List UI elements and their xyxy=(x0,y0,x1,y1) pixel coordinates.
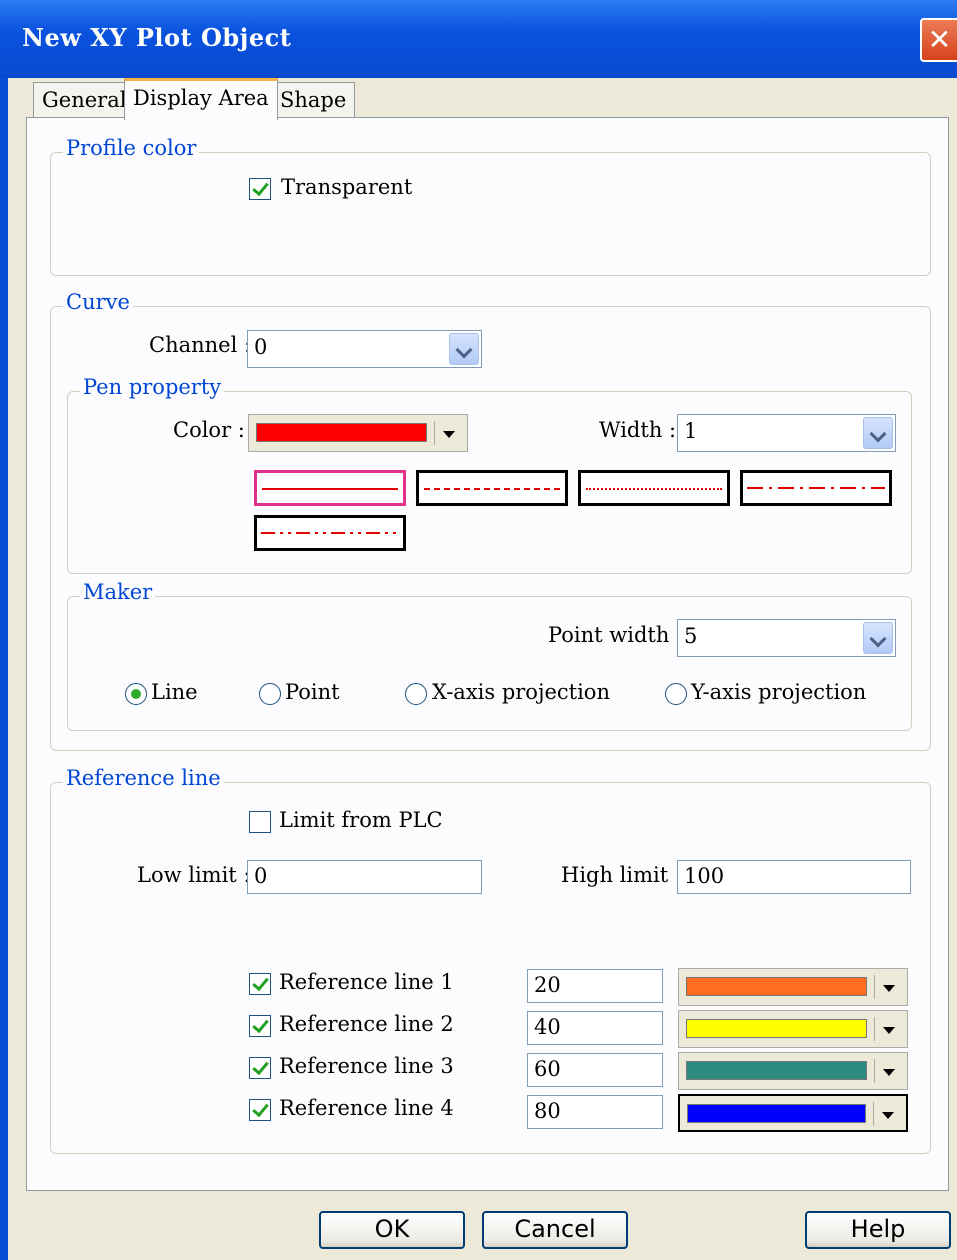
dropdown-arrow-icon[interactable] xyxy=(874,1017,903,1041)
reference-line-4-swatch xyxy=(687,1104,866,1123)
line-style-dash-dot[interactable] xyxy=(740,470,892,506)
pen-property-title: Pen property xyxy=(80,375,225,399)
channel-value: 0 xyxy=(254,335,268,359)
chevron-down-icon[interactable] xyxy=(863,622,893,654)
pen-width-select[interactable]: 1 xyxy=(677,414,896,452)
window-title: New XY Plot Object xyxy=(22,23,292,52)
curve-title: Curve xyxy=(63,290,133,314)
reference-line-4-label: Reference line 4 xyxy=(279,1096,454,1120)
point-width-label: Point width : xyxy=(548,623,684,647)
reference-line-2-color-picker[interactable] xyxy=(678,1010,908,1048)
marker-x-projection-radio[interactable] xyxy=(405,683,427,705)
reference-line-1-checkbox[interactable] xyxy=(249,973,271,995)
marker-y-projection-radio[interactable] xyxy=(665,683,687,705)
reference-line-1-swatch xyxy=(686,977,867,996)
reference-line-4-checkbox[interactable] xyxy=(249,1099,271,1121)
reference-line-3-value[interactable]: 60 xyxy=(527,1053,663,1087)
dropdown-arrow-icon[interactable] xyxy=(434,421,463,445)
ok-button[interactable]: OK xyxy=(319,1211,465,1249)
low-limit-input[interactable]: 0 xyxy=(247,860,482,894)
reference-line-1-value[interactable]: 20 xyxy=(527,969,663,1003)
reference-line-3-checkbox[interactable] xyxy=(249,1057,271,1079)
line-style-dotted[interactable] xyxy=(578,470,730,506)
reference-line-2-label: Reference line 2 xyxy=(279,1012,454,1036)
tab-display-area[interactable]: Display Area xyxy=(124,78,278,120)
transparent-label: Transparent xyxy=(281,175,413,199)
pen-color-swatch xyxy=(256,423,427,442)
reference-line-2-value[interactable]: 40 xyxy=(527,1011,663,1045)
line-style-dash-dot-dot[interactable] xyxy=(254,515,406,551)
marker-point-radio[interactable] xyxy=(259,683,281,705)
limit-from-plc-checkbox[interactable] xyxy=(249,811,271,833)
channel-select[interactable]: 0 xyxy=(247,330,482,368)
line-style-sample xyxy=(586,488,722,490)
reference-line-title: Reference line xyxy=(63,766,224,790)
dropdown-arrow-icon[interactable] xyxy=(873,1102,902,1126)
chevron-down-icon[interactable] xyxy=(863,417,893,449)
pen-width-value: 1 xyxy=(684,419,698,443)
marker-group: Maker xyxy=(67,580,912,731)
reference-line-3-color-picker[interactable] xyxy=(678,1052,908,1090)
line-style-sample xyxy=(262,488,398,490)
pen-width-label: Width : xyxy=(599,418,677,442)
reference-line-1-label: Reference line 1 xyxy=(279,970,454,994)
reference-line-4-value[interactable]: 80 xyxy=(527,1095,663,1129)
tab-panel: Profile color Transparent Curve Channel … xyxy=(26,117,949,1191)
line-style-sample xyxy=(424,488,560,490)
close-icon[interactable]: ✕ xyxy=(920,18,957,62)
dialog-window: New XY Plot Object ✕ General Display Are… xyxy=(0,0,957,1260)
pen-color-label: Color : xyxy=(173,418,245,442)
marker-x-projection-label: X-axis projection xyxy=(432,680,610,704)
channel-label: Channel : xyxy=(149,333,252,357)
reference-line-3-label: Reference line 3 xyxy=(279,1054,454,1078)
marker-point-label: Point xyxy=(285,680,340,704)
limit-from-plc-label: Limit from PLC xyxy=(279,808,443,832)
profile-color-group: Profile color xyxy=(50,136,931,276)
reference-line-2-checkbox[interactable] xyxy=(249,1015,271,1037)
pen-color-picker[interactable] xyxy=(248,414,468,452)
low-limit-label: Low limit : xyxy=(137,863,251,887)
line-style-sample xyxy=(747,487,885,489)
marker-title: Maker xyxy=(80,580,156,604)
point-width-value: 5 xyxy=(684,624,698,648)
transparent-checkbox[interactable] xyxy=(249,178,271,200)
cancel-button[interactable]: Cancel xyxy=(482,1211,628,1249)
tab-general[interactable]: General xyxy=(33,82,136,118)
title-bar[interactable]: New XY Plot Object ✕ xyxy=(0,0,957,78)
reference-line-4-color-picker[interactable] xyxy=(678,1094,908,1132)
point-width-select[interactable]: 5 xyxy=(677,619,896,657)
reference-line-2-swatch xyxy=(686,1019,867,1038)
reference-line-1-color-picker[interactable] xyxy=(678,968,908,1006)
high-limit-label: High limit : xyxy=(561,863,682,887)
dropdown-arrow-icon[interactable] xyxy=(874,1059,903,1083)
profile-color-title: Profile color xyxy=(63,136,200,160)
dropdown-arrow-icon[interactable] xyxy=(874,975,903,999)
help-button[interactable]: Help xyxy=(805,1211,951,1249)
high-limit-input[interactable]: 100 xyxy=(677,860,911,894)
line-style-dashed[interactable] xyxy=(416,470,568,506)
marker-line-label: Line xyxy=(151,680,198,704)
line-style-solid[interactable] xyxy=(254,470,406,506)
tab-shape[interactable]: Shape xyxy=(271,82,356,118)
marker-y-projection-label: Y-axis projection xyxy=(691,680,867,704)
marker-line-radio[interactable] xyxy=(125,683,147,705)
reference-line-3-swatch xyxy=(686,1061,867,1080)
chevron-down-icon[interactable] xyxy=(449,333,479,365)
line-style-sample xyxy=(261,532,399,534)
